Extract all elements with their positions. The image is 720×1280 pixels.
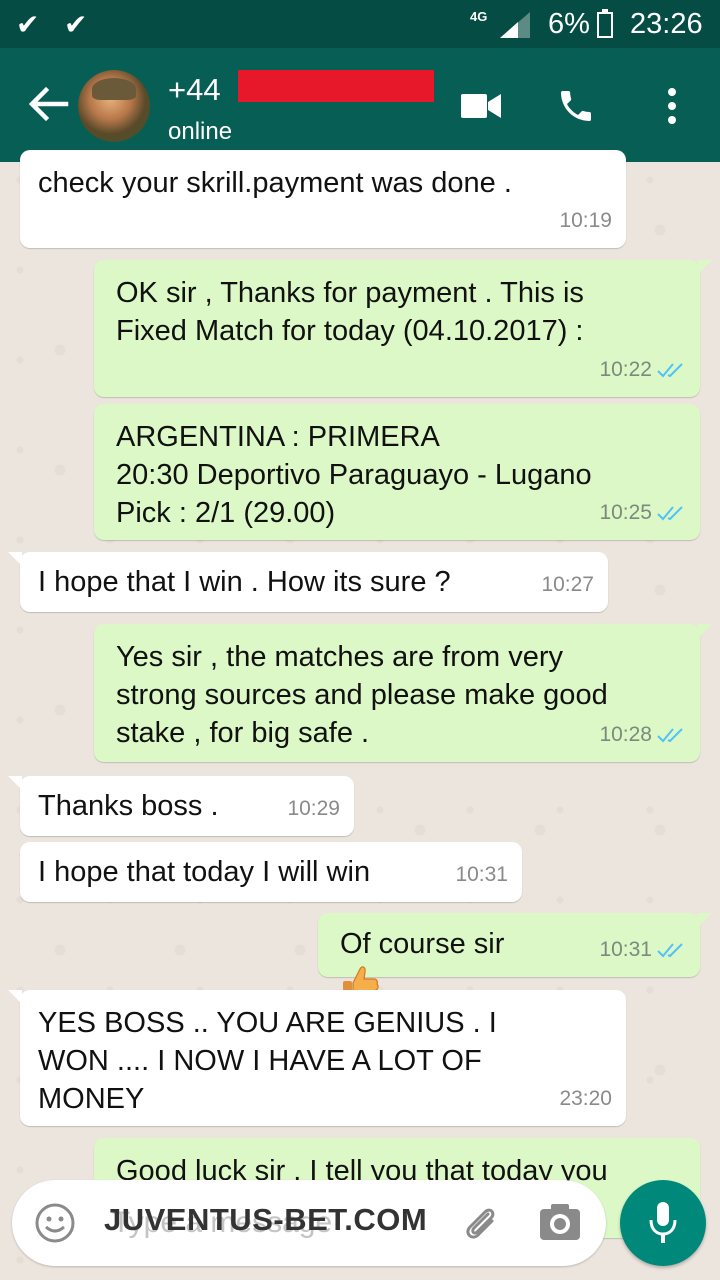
message-time: 10:31	[455, 863, 508, 886]
message-text: Thanks boss .	[38, 790, 219, 822]
signal-icon	[500, 12, 530, 38]
voice-record-button[interactable]	[620, 1180, 706, 1266]
read-receipt-icon	[657, 363, 683, 378]
message-time: 23:20	[559, 1087, 612, 1110]
message-time: 10:28	[599, 716, 686, 754]
message-incoming[interactable]: I hope that I win . How its sure ? 10:27	[8, 552, 608, 612]
attach-icon[interactable]	[458, 1200, 502, 1244]
message-outgoing[interactable]: Of course sir 10:31	[318, 913, 712, 1002]
message-text: I hope that today I will win	[38, 856, 371, 888]
message-time: 10:25	[599, 494, 686, 532]
contact-status: online	[168, 118, 233, 145]
message-incoming[interactable]: check your skrill.payment was done . 10:…	[20, 150, 626, 248]
emoji-icon[interactable]	[34, 1202, 76, 1244]
message-text: ARGENTINA : PRIMERA 20:30 Deportivo Para…	[116, 421, 592, 529]
battery-icon	[597, 9, 613, 38]
camera-icon[interactable]	[538, 1202, 582, 1242]
microphone-icon	[649, 1202, 677, 1243]
message-incoming[interactable]: Thanks boss . 10:29	[8, 776, 354, 836]
message-outgoing[interactable]: OK sir , Thanks for payment . This is Fi…	[94, 260, 712, 397]
message-text: OK sir , Thanks for payment . This is Fi…	[116, 277, 584, 347]
message-outgoing[interactable]: Yes sir , the matches are from very stro…	[94, 624, 712, 762]
message-time: 10:27	[541, 573, 594, 596]
message-time: 10:31	[599, 931, 686, 969]
message-text: I hope that I win . How its sure ?	[38, 566, 451, 598]
notification-check-icon: ✔	[64, 8, 88, 41]
redaction-bar	[238, 70, 434, 102]
message-text: YES BOSS .. YOU ARE GENIUS . I WON .... …	[38, 1007, 497, 1115]
more-options-icon[interactable]	[660, 86, 684, 126]
read-receipt-icon	[657, 728, 683, 743]
message-incoming[interactable]: I hope that today I will win 10:31	[20, 842, 522, 902]
message-text: Yes sir , the matches are from very stro…	[116, 641, 608, 749]
read-receipt-icon	[657, 943, 683, 958]
message-time: 10:19	[559, 209, 612, 232]
message-time: 10:29	[287, 797, 340, 820]
chat-header: +44 online	[0, 48, 720, 162]
message-outgoing[interactable]: ARGENTINA : PRIMERA 20:30 Deportivo Para…	[94, 404, 700, 540]
back-arrow-icon[interactable]	[26, 84, 70, 124]
message-time: 10:22	[599, 351, 686, 389]
status-bar: ✔ ✔ 4G 6% 23:26	[0, 0, 720, 48]
notification-check-icon: ✔	[16, 8, 40, 41]
voice-call-icon[interactable]	[556, 86, 596, 126]
battery-level: 6%	[548, 8, 590, 40]
video-call-icon[interactable]	[461, 92, 501, 120]
watermark: JUVENTUS-BET.COM	[104, 1202, 428, 1237]
clock: 23:26	[630, 8, 703, 40]
read-receipt-icon	[657, 506, 683, 521]
message-incoming[interactable]: YES BOSS .. YOU ARE GENIUS . I WON .... …	[8, 990, 626, 1126]
contact-name[interactable]: +44	[168, 72, 221, 108]
message-text: check your skrill.payment was done .	[38, 167, 512, 199]
avatar[interactable]	[78, 70, 150, 142]
network-type: 4G	[470, 9, 488, 24]
